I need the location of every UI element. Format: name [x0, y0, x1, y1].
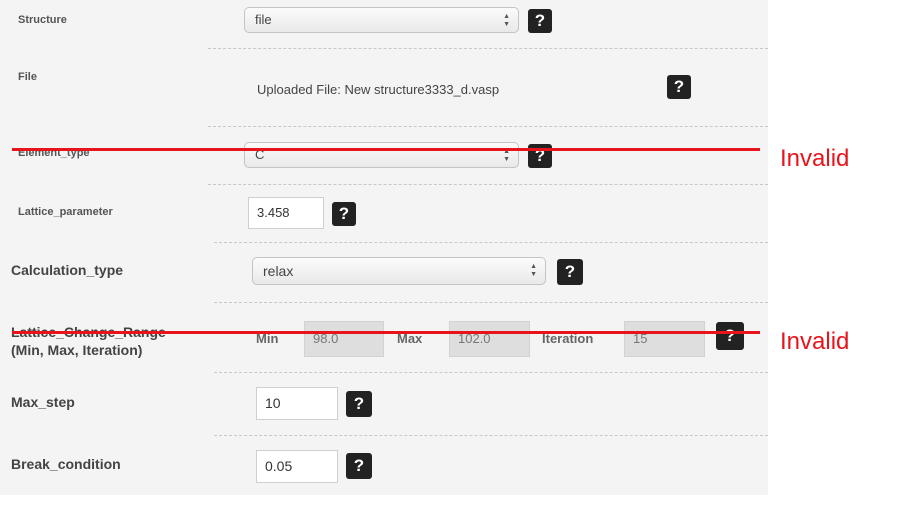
divider: [214, 372, 768, 373]
file-help-button[interactable]: ?: [667, 75, 691, 99]
lattice-change-range-sublabel: (Min, Max, Iteration): [11, 342, 143, 358]
invalid-strike-line: [12, 331, 760, 334]
calculation-type-label: Calculation_type: [11, 262, 124, 278]
break-condition-input[interactable]: 0.05: [256, 450, 338, 483]
select-arrows-icon: ▲ ▼: [530, 263, 537, 278]
iteration-input[interactable]: 15: [624, 321, 705, 357]
break-condition-label: Break_condition: [11, 456, 121, 472]
structure-select-value: file: [255, 12, 272, 27]
structure-select[interactable]: file ▲ ▼: [244, 7, 519, 33]
settings-form: Structure file ▲ ▼ ? File Uploaded File: …: [0, 0, 768, 495]
divider: [214, 435, 768, 436]
divider: [208, 48, 768, 49]
invalid-strike-line: [12, 148, 760, 151]
structure-help-button[interactable]: ?: [528, 9, 552, 33]
select-arrows-icon: ▲ ▼: [503, 13, 510, 28]
calculation-type-help-button[interactable]: ?: [557, 259, 583, 285]
max-step-input[interactable]: 10: [256, 387, 338, 420]
max-step-label: Max_step: [11, 394, 75, 410]
lattice-parameter-help-button[interactable]: ?: [332, 202, 356, 226]
lattice-change-range-help-button[interactable]: ?: [716, 322, 744, 350]
calculation-type-select-value: relax: [263, 263, 294, 279]
file-label: File: [18, 71, 37, 83]
lattice-parameter-label: Lattice_parameter: [18, 206, 113, 218]
max-input[interactable]: 102.0: [449, 321, 530, 357]
structure-label: Structure: [18, 14, 67, 26]
divider: [214, 242, 768, 243]
max-step-help-button[interactable]: ?: [346, 391, 372, 417]
divider: [208, 184, 768, 185]
invalid-annotation: Invalid: [780, 328, 850, 355]
divider: [214, 302, 768, 303]
uploaded-file-text: Uploaded File: New structure3333_d.vasp: [257, 82, 500, 97]
element-type-select[interactable]: C ▲ ▼: [244, 142, 519, 168]
divider: [208, 126, 768, 127]
min-input[interactable]: 98.0: [304, 321, 384, 357]
lattice-parameter-input[interactable]: 3.458: [248, 197, 324, 229]
calculation-type-select[interactable]: relax ▲ ▼: [252, 257, 546, 285]
invalid-annotation: Invalid: [780, 145, 850, 172]
break-condition-help-button[interactable]: ?: [346, 453, 372, 479]
